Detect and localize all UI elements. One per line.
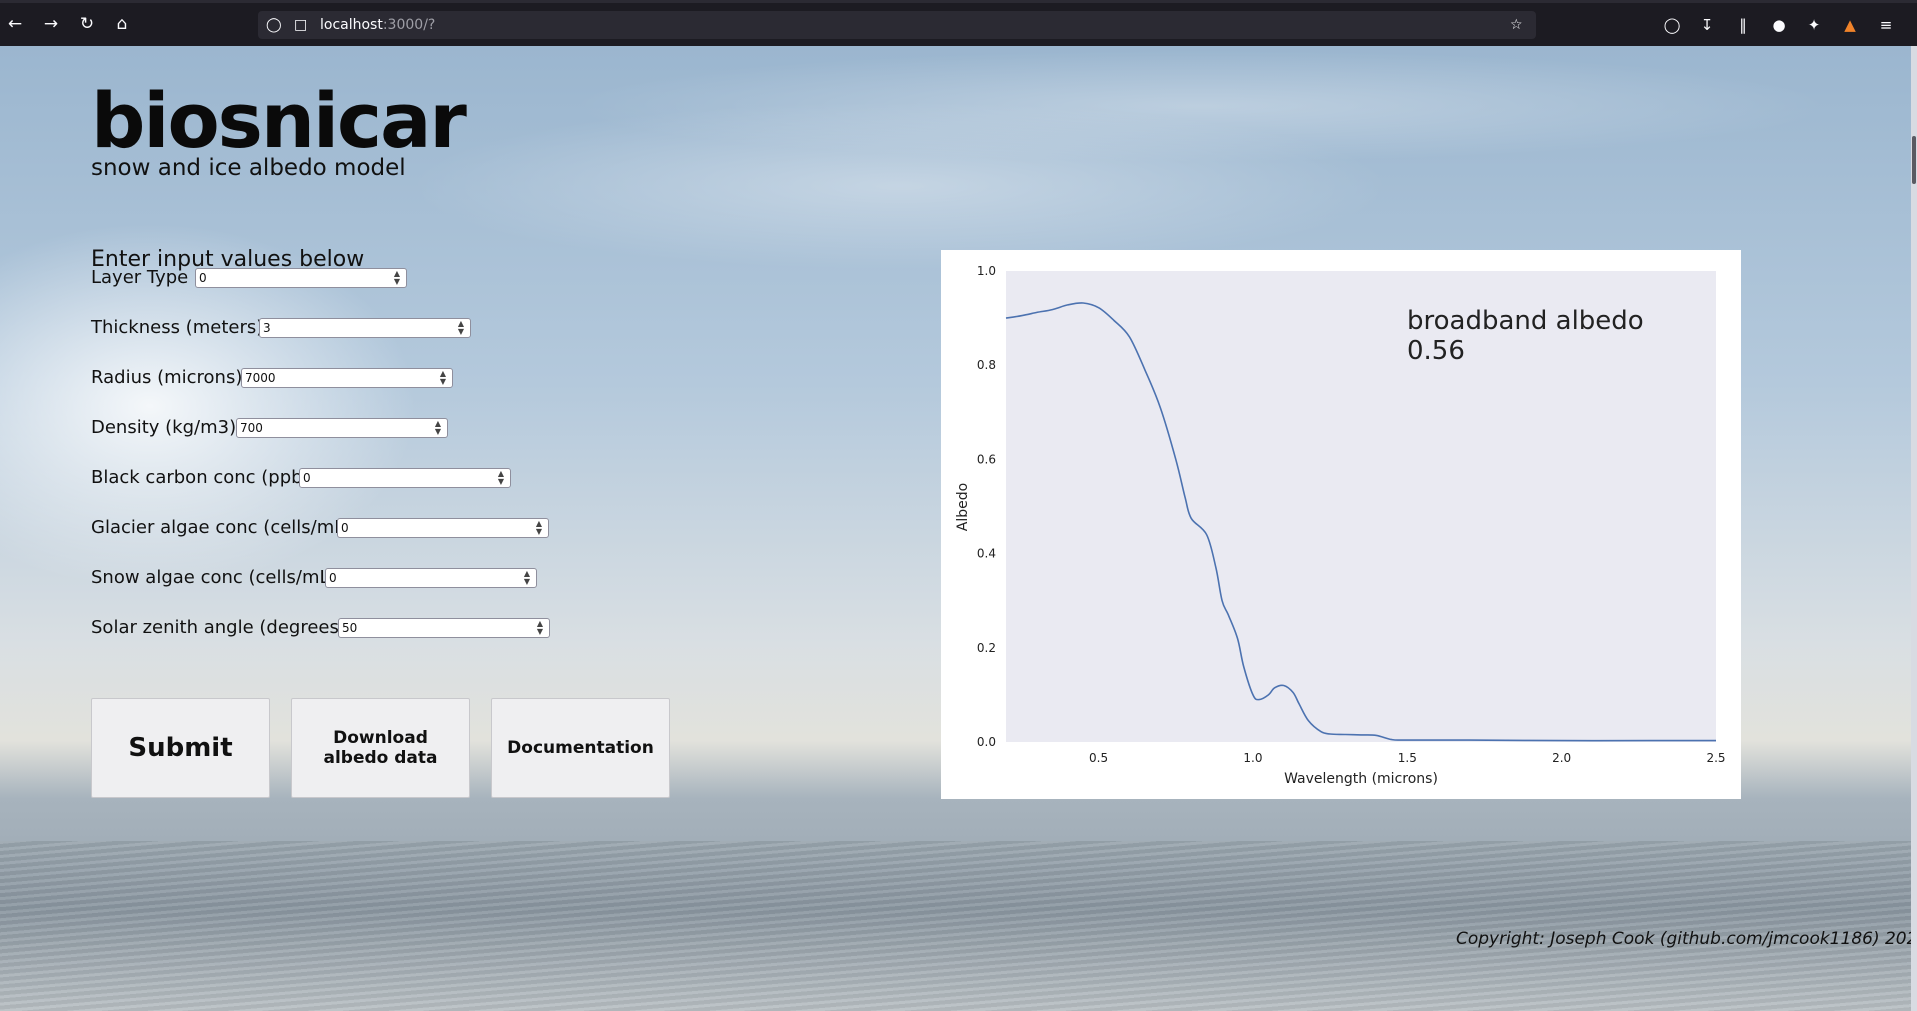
- radius-value: 7000: [245, 371, 276, 385]
- y-tick-label: 1.0: [977, 264, 996, 278]
- forward-arrow-icon[interactable]: →: [40, 13, 62, 35]
- url-host: localhost: [320, 17, 383, 33]
- x-axis-label: Wavelength (microns): [1284, 771, 1438, 787]
- y-tick-label: 0.2: [977, 641, 996, 655]
- submit-button[interactable]: Submit: [91, 698, 270, 798]
- glacier-algae-label: Glacier algae conc (cells/mL): [91, 517, 352, 538]
- page-scrollbar[interactable]: [1911, 46, 1917, 1011]
- black-carbon-input[interactable]: 0 ▲ ▼: [299, 468, 511, 488]
- back-arrow-icon[interactable]: ←: [4, 13, 26, 35]
- metamask-fox-icon[interactable]: ▲: [1840, 15, 1860, 35]
- scrollbar-thumb[interactable]: [1912, 136, 1916, 184]
- snow-algae-input[interactable]: 0 ▲ ▼: [325, 568, 537, 588]
- account-icon[interactable]: ●: [1769, 15, 1789, 35]
- stepper-icon[interactable]: ▲ ▼: [431, 420, 445, 436]
- thickness-input[interactable]: 3 ▲ ▼: [259, 318, 471, 338]
- stepper-icon[interactable]: ▲ ▼: [533, 620, 547, 636]
- reload-icon[interactable]: ↻: [76, 13, 98, 35]
- solar-zenith-input[interactable]: 50 ▲ ▼: [338, 618, 550, 638]
- x-tick-label: 1.0: [1243, 751, 1262, 765]
- downloads-icon[interactable]: ↧: [1697, 15, 1717, 35]
- y-tick-label: 0.4: [977, 547, 996, 561]
- radius-label: Radius (microns): [91, 367, 243, 388]
- url-text[interactable]: localhost:3000/?: [320, 15, 435, 35]
- pocket-icon[interactable]: ◯: [1662, 15, 1682, 35]
- y-tick-labels: 0.0 0.2 0.4 0.6 0.8 1.0: [977, 264, 996, 749]
- shield-icon[interactable]: ◯: [266, 15, 282, 35]
- page-background: biosnicar snow and ice albedo model Ente…: [0, 46, 1911, 1011]
- hamburger-menu-icon[interactable]: ≡: [1876, 15, 1896, 35]
- app-title: biosnicar: [91, 76, 467, 165]
- stepper-icon[interactable]: ▲ ▼: [390, 270, 404, 286]
- browser-toolbar: ← → ↻ ⌂ ◯ □ localhost:3000/? ☆ ◯ ↧ ‖ ● ✦…: [0, 0, 1917, 46]
- albedo-chart: 0.0 0.2 0.4 0.6 0.8 1.0 0.5 1.0 1.5 2.0 2.5 Wavel…: [955, 264, 1726, 787]
- snow-algae-value: 0: [329, 571, 337, 585]
- y-axis-label: Albedo: [955, 483, 971, 531]
- density-value: 700: [240, 421, 263, 435]
- sea-background: [0, 841, 1911, 1011]
- documentation-button[interactable]: Documentation: [491, 698, 670, 798]
- snow-algae-label: Snow algae conc (cells/mL): [91, 567, 337, 588]
- y-tick-label: 0.8: [977, 358, 996, 372]
- stepper-icon[interactable]: ▲ ▼: [436, 370, 450, 386]
- x-tick-label: 0.5: [1089, 751, 1108, 765]
- stepper-icon[interactable]: ▲ ▼: [494, 470, 508, 486]
- solar-zenith-label: Solar zenith angle (degrees): [91, 617, 346, 638]
- layer-type-input[interactable]: 0 ▲ ▼: [195, 268, 407, 288]
- layer-type-value: 0: [199, 271, 207, 285]
- stepper-icon[interactable]: ▲ ▼: [520, 570, 534, 586]
- download-albedo-button[interactable]: Download albedo data: [291, 698, 470, 798]
- extension-icon[interactable]: ✦: [1804, 15, 1824, 35]
- broadband-albedo-value: 0.56: [1407, 336, 1465, 366]
- glacier-algae-input[interactable]: 0 ▲ ▼: [337, 518, 549, 538]
- x-tick-labels: 0.5 1.0 1.5 2.0 2.5: [1089, 751, 1725, 765]
- page-icon: □: [294, 17, 308, 33]
- x-tick-label: 1.5: [1398, 751, 1417, 765]
- thickness-value: 3: [263, 321, 271, 335]
- black-carbon-label: Black carbon conc (ppb): [91, 467, 310, 488]
- albedo-chart-panel: 0.0 0.2 0.4 0.6 0.8 1.0 0.5 1.0 1.5 2.0 2.5 Wavel…: [941, 250, 1741, 799]
- density-label: Density (kg/m3): [91, 417, 237, 438]
- density-input[interactable]: 700 ▲ ▼: [236, 418, 448, 438]
- x-tick-label: 2.5: [1706, 751, 1725, 765]
- bookmark-star-icon[interactable]: ☆: [1510, 15, 1523, 35]
- plot-area: [1006, 271, 1716, 742]
- app-subtitle: snow and ice albedo model: [91, 155, 406, 181]
- y-tick-label: 0.6: [977, 452, 996, 466]
- glacier-algae-value: 0: [341, 521, 349, 535]
- black-carbon-value: 0: [303, 471, 311, 485]
- home-icon[interactable]: ⌂: [111, 13, 133, 35]
- url-path: :3000/?: [382, 17, 436, 33]
- stepper-icon[interactable]: ▲ ▼: [454, 320, 468, 336]
- library-icon[interactable]: ‖: [1733, 15, 1753, 35]
- x-tick-label: 2.0: [1552, 751, 1571, 765]
- radius-input[interactable]: 7000 ▲ ▼: [241, 368, 453, 388]
- stepper-icon[interactable]: ▲ ▼: [532, 520, 546, 536]
- broadband-albedo-title: broadband albedo: [1407, 306, 1644, 336]
- address-bar[interactable]: ◯ □ localhost:3000/? ☆: [258, 11, 1536, 39]
- copyright-footer: Copyright: Joseph Cook (github.com/jmcoo…: [1456, 929, 1911, 949]
- solar-zenith-value: 50: [342, 621, 358, 635]
- layer-type-label: Layer Type: [91, 267, 189, 288]
- y-tick-label: 0.0: [977, 735, 996, 749]
- thickness-label: Thickness (meters): [91, 317, 264, 338]
